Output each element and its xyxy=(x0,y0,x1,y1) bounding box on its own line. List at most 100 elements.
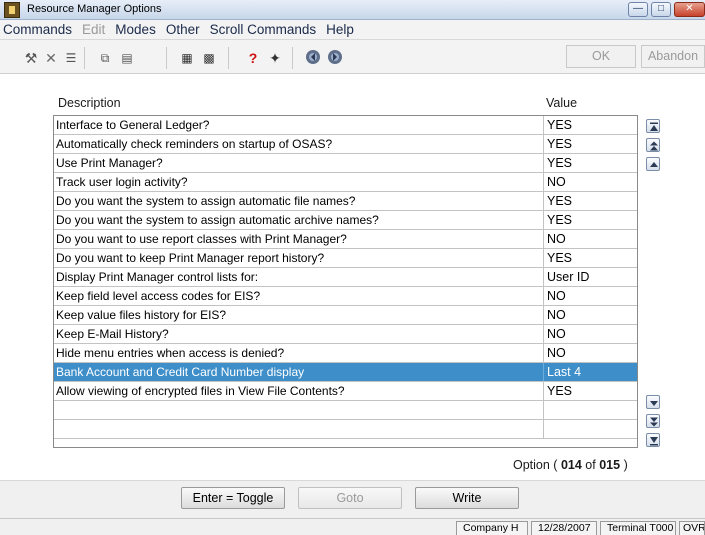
status-date: 12/28/2007 xyxy=(531,521,597,535)
value-header: Value xyxy=(546,96,578,110)
row-description: Do you want the system to assign automat… xyxy=(54,192,544,210)
app-icon xyxy=(4,2,20,18)
table-row[interactable]: Do you want the system to assign automat… xyxy=(54,211,637,230)
ok-button[interactable]: OK xyxy=(566,45,636,68)
window-title: Resource Manager Options xyxy=(27,3,162,15)
description-header: Description xyxy=(58,96,121,110)
option-of: of xyxy=(585,458,596,472)
line-down-icon[interactable] xyxy=(646,395,660,409)
table-row[interactable]: Display Print Manager control lists for:… xyxy=(54,268,637,287)
row-value[interactable]: YES xyxy=(545,192,637,210)
button-bar: Enter = Toggle Goto Write xyxy=(0,480,705,518)
menu-help[interactable]: Help xyxy=(321,20,359,37)
abandon-button[interactable]: Abandon xyxy=(641,45,705,68)
row-value[interactable] xyxy=(545,401,637,419)
row-description: Do you want to keep Print Manager report… xyxy=(54,249,544,267)
row-value[interactable]: NO xyxy=(545,287,637,305)
maximize-icon[interactable]: □ xyxy=(651,2,671,17)
close-icon[interactable]: ✕ xyxy=(674,2,705,17)
option-counter: Option ( 014 of 015 ) xyxy=(513,458,628,472)
toolbar-separator xyxy=(292,47,293,69)
table-row[interactable]: Do you want to use report classes with P… xyxy=(54,230,637,249)
status-terminal: Terminal T000 xyxy=(600,521,676,535)
table-row[interactable]: Do you want the system to assign automat… xyxy=(54,192,637,211)
row-description: Do you want to use report classes with P… xyxy=(54,230,544,248)
menu-edit: Edit xyxy=(82,22,106,37)
table-row[interactable]: Hide menu entries when access is denied?… xyxy=(54,344,637,363)
write-button[interactable]: Write xyxy=(415,487,519,509)
goto-button: Goto xyxy=(298,487,402,509)
row-value[interactable]: NO xyxy=(545,325,637,343)
table-row[interactable]: Use Print Manager? YES xyxy=(54,154,637,173)
status-bar: Company H 12/28/2007 Terminal T000 OVR xyxy=(0,518,705,535)
table-row[interactable]: Interface to General Ledger? YES xyxy=(54,116,637,135)
menu-scroll-commands[interactable]: Scroll Commands xyxy=(205,20,322,37)
line-up-icon[interactable] xyxy=(646,157,660,171)
table-row[interactable]: Bank Account and Credit Card Number disp… xyxy=(54,363,637,382)
delete-icon[interactable]: ✕ xyxy=(42,49,60,67)
option-current: 014 xyxy=(560,458,582,472)
menu-modes[interactable]: Modes xyxy=(110,20,161,37)
toolbar-separator xyxy=(84,47,85,69)
menu-bar: Commands Edit Modes Other Scroll Commands Hel… xyxy=(0,20,705,40)
status-mode: OVR xyxy=(679,521,705,535)
row-description xyxy=(54,420,544,438)
row-value[interactable]: YES xyxy=(545,211,637,229)
table-row[interactable]: Allow viewing of encrypted files in View… xyxy=(54,382,637,401)
table-row[interactable]: Automatically check reminders on startup… xyxy=(54,135,637,154)
option-suffix: ) xyxy=(623,458,628,472)
minimize-icon[interactable]: — xyxy=(628,2,648,17)
row-description: Bank Account and Credit Card Number disp… xyxy=(54,363,544,381)
menu-commands[interactable]: Commands xyxy=(0,20,77,37)
copy-icon[interactable]: ⧉ xyxy=(96,49,114,67)
calendar-icon[interactable]: ▩ xyxy=(200,49,218,67)
row-value[interactable]: Last 4 xyxy=(545,363,637,381)
table-row[interactable]: Keep value files history for EIS? NO xyxy=(54,306,637,325)
page-up-icon[interactable] xyxy=(646,138,660,152)
option-total: 015 xyxy=(599,458,621,472)
option-prefix: Option ( xyxy=(513,458,558,472)
calculator-icon[interactable]: ▦ xyxy=(178,49,196,67)
table-row[interactable] xyxy=(54,401,637,420)
toggle-button[interactable]: Enter = Toggle xyxy=(181,487,285,509)
row-description: Do you want the system to assign automat… xyxy=(54,211,544,229)
paste-icon[interactable]: ▤ xyxy=(118,49,136,67)
menu-other[interactable]: Other xyxy=(161,20,205,37)
list-icon[interactable]: ☰ xyxy=(62,49,80,67)
row-value[interactable]: User ID xyxy=(545,268,637,286)
row-value[interactable] xyxy=(545,420,637,438)
table-row[interactable]: Track user login activity? NO xyxy=(54,173,637,192)
row-value[interactable]: YES xyxy=(545,154,637,172)
table-row[interactable] xyxy=(54,420,637,439)
title-bar: Resource Manager Options — □ ✕ xyxy=(0,0,705,20)
back-globe-icon[interactable] xyxy=(304,49,322,67)
table-row[interactable]: Keep E-Mail History? NO xyxy=(54,325,637,344)
page-down-icon[interactable] xyxy=(646,414,660,428)
row-value[interactable]: NO xyxy=(545,173,637,191)
row-value[interactable]: NO xyxy=(545,230,637,248)
forward-globe-icon[interactable] xyxy=(326,49,344,67)
row-value[interactable]: YES xyxy=(545,249,637,267)
row-description: Keep field level access codes for EIS? xyxy=(54,287,544,305)
options-grid[interactable]: Interface to General Ledger? YES Automatic… xyxy=(53,115,638,448)
row-value[interactable]: YES xyxy=(545,135,637,153)
row-description: Interface to General Ledger? xyxy=(54,116,544,134)
status-company: Company H xyxy=(456,521,528,535)
table-row[interactable]: Do you want to keep Print Manager report… xyxy=(54,249,637,268)
scroll-bottom-icon[interactable] xyxy=(646,433,660,447)
row-value[interactable]: NO xyxy=(545,306,637,324)
row-value[interactable]: YES xyxy=(545,382,637,400)
row-description: Keep value files history for EIS? xyxy=(54,306,544,324)
book-icon[interactable]: ✦ xyxy=(266,49,284,67)
scroll-top-icon[interactable] xyxy=(646,119,660,133)
row-description: Hide menu entries when access is denied? xyxy=(54,344,544,362)
row-description: Display Print Manager control lists for: xyxy=(54,268,544,286)
row-value[interactable]: NO xyxy=(545,344,637,362)
table-row[interactable]: Keep field level access codes for EIS? NO xyxy=(54,287,637,306)
help-icon[interactable]: ? xyxy=(244,49,262,67)
tools-icon[interactable]: ⚒ xyxy=(22,49,40,67)
row-description: Allow viewing of encrypted files in View… xyxy=(54,382,544,400)
row-description: Keep E-Mail History? xyxy=(54,325,544,343)
row-value[interactable]: YES xyxy=(545,116,637,134)
row-description xyxy=(54,401,544,419)
